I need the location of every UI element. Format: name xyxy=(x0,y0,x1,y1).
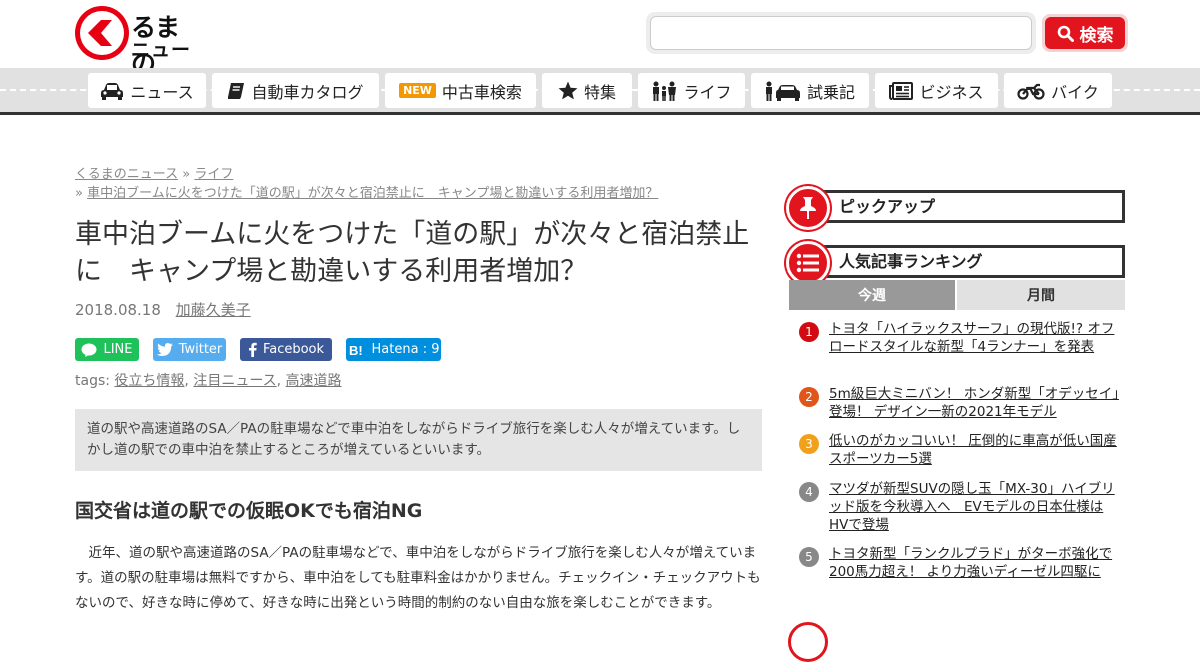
tag-link[interactable]: 注目ニュース xyxy=(193,373,276,389)
rank-number-badge: 3 xyxy=(799,434,819,454)
rank-number-badge: 1 xyxy=(799,322,819,342)
people-car-icon xyxy=(765,81,800,101)
share-line-button[interactable]: LINE xyxy=(75,338,139,361)
nav-bottom-border xyxy=(0,112,1200,115)
search-input[interactable] xyxy=(650,16,1032,50)
book-icon xyxy=(228,82,245,99)
rank-number-badge: 5 xyxy=(799,547,819,567)
article-meta: 2018.08.18 加藤久美子 xyxy=(75,299,251,320)
nav-item-label: 中古車検索 xyxy=(441,82,522,102)
nav-item-label: ニュース xyxy=(130,82,194,102)
share-hatena-button[interactable]: B! Hatena : 9 xyxy=(346,338,441,361)
site-logo[interactable]: るまの ニュース xyxy=(75,6,200,88)
search-button-inner: 検索 xyxy=(1045,17,1125,49)
share-facebook-button[interactable]: Facebook xyxy=(240,338,332,361)
list-icon xyxy=(786,241,830,285)
nav-item-life[interactable]: ライフ xyxy=(638,73,745,108)
share-twitter-button[interactable]: Twitter xyxy=(153,338,226,361)
article-tags: tags: 役立ち情報, 注目ニュース, 高速道路 xyxy=(75,373,342,389)
ranking-heading: 人気記事ランキング xyxy=(786,241,1126,285)
star-icon xyxy=(558,81,578,100)
nav-item-label: ライフ xyxy=(683,82,732,102)
rank-number-badge: 4 xyxy=(799,482,819,502)
nav-item-test-drive[interactable]: 試乗記 xyxy=(751,73,869,108)
logo-k-mark-icon xyxy=(88,20,112,46)
search-button-label: 検索 xyxy=(1079,25,1114,46)
share-hatena-label: Hatena : 9 xyxy=(371,342,440,357)
share-twitter-label: Twitter xyxy=(178,342,223,357)
article-author-link[interactable]: 加藤久美子 xyxy=(176,301,251,319)
hatena-icon: B! xyxy=(349,343,363,357)
article-date: 2018.08.18 xyxy=(75,301,161,319)
svg-text:B!: B! xyxy=(349,343,363,357)
car-icon xyxy=(101,82,124,100)
nav-item-business[interactable]: ビジネス xyxy=(875,73,998,108)
pickup-title: ピックアップ xyxy=(806,190,1125,223)
global-nav: ニュース 自動車カタログ NEW 中古車検索 特集 ライフ 試乗記 ビジネス バ… xyxy=(0,68,1200,112)
family-icon xyxy=(653,81,677,101)
nav-item-label: 自動車カタログ xyxy=(251,82,364,102)
motorcycle-icon xyxy=(1017,83,1045,100)
line-icon xyxy=(81,343,97,357)
ranking-item[interactable]: 1 トヨタ「ハイラックスサーフ」の現代版!? オフロードスタイルな新型「4ランナ… xyxy=(799,320,1129,374)
article-subheading: 国交省は道の駅での仮眠OKでも宿泊NG xyxy=(75,500,423,522)
tab-weekly[interactable]: 今週 xyxy=(789,280,955,310)
nav-item-label: 特集 xyxy=(583,82,616,102)
tag-link[interactable]: 役立ち情報 xyxy=(114,373,184,389)
search-button[interactable]: 検索 xyxy=(1042,14,1128,52)
breadcrumb-line2: » 車中泊ブームに火をつけた「道の駅」が次々と宿泊禁止に キャンプ場と勘違いする… xyxy=(75,184,765,203)
ranking-item[interactable]: 4 マツダが新型SUVの隠し玉「MX-30」ハイブリッド版を今秋導入へ EVモデ… xyxy=(799,480,1129,534)
ranking-link[interactable]: マツダが新型SUVの隠し玉「MX-30」ハイブリッド版を今秋導入へ EVモデルの… xyxy=(829,480,1119,534)
site-header: るまの ニュース 検索 xyxy=(0,0,1200,88)
tab-monthly[interactable]: 月間 xyxy=(957,280,1125,310)
pickup-heading: ピックアップ xyxy=(786,186,1126,230)
tags-label: tags: xyxy=(75,373,110,389)
breadcrumb-category-link[interactable]: ライフ xyxy=(194,167,233,182)
ranking-link[interactable]: トヨタ新型「ランクルプラド」がターボ強化で200馬力超え！ より力強いディーゼル… xyxy=(829,545,1119,581)
nav-item-used-car-search[interactable]: NEW 中古車検索 xyxy=(385,73,536,108)
share-line-label: LINE xyxy=(103,342,133,357)
nav-item-feature[interactable]: 特集 xyxy=(542,73,632,108)
new-badge: NEW xyxy=(399,83,436,98)
pin-icon xyxy=(786,186,830,230)
newspaper-icon xyxy=(889,81,914,100)
article-title: 車中泊ブームに火をつけた「道の駅」が次々と宿泊禁止に キャンプ場と勘違いする利用… xyxy=(75,219,750,287)
breadcrumb-separator: » xyxy=(75,186,83,201)
ranking-tabs: 今週 月間 xyxy=(789,280,1125,310)
nav-item-label: 試乗記 xyxy=(806,82,855,102)
share-facebook-label: Facebook xyxy=(262,342,325,357)
rank-number-badge: 2 xyxy=(799,387,819,407)
breadcrumb: くるまのニュース » ライフ » 車中泊ブームに火をつけた「道の駅」が次々と宿泊… xyxy=(75,165,765,203)
search-box xyxy=(646,12,1036,54)
nav-item-catalog[interactable]: 自動車カタログ xyxy=(212,73,379,108)
facebook-icon xyxy=(248,342,257,357)
ranking-item[interactable]: 3 低いのがカッコいい！ 圧倒的に車高が低い国産スポーツカー5選 xyxy=(799,432,1129,470)
ranking-link[interactable]: 5m級巨大ミニバン！ ホンダ新型「オデッセイ」登場！ デザイン一新の2021年モ… xyxy=(829,385,1119,421)
breadcrumb-separator: » xyxy=(182,167,191,182)
nav-item-label: バイク xyxy=(1051,82,1099,102)
ranking-link[interactable]: 低いのがカッコいい！ 圧倒的に車高が低い国産スポーツカー5選 xyxy=(829,432,1119,468)
nav-item-label: ビジネス xyxy=(919,82,984,102)
ranking-title: 人気記事ランキング xyxy=(806,245,1125,278)
ranking-item[interactable]: 5 トヨタ新型「ランクルプラド」がターボ強化で200馬力超え！ より力強いディー… xyxy=(799,545,1129,599)
ranking-item[interactable]: 2 5m級巨大ミニバン！ ホンダ新型「オデッセイ」登場！ デザイン一新の2021… xyxy=(799,385,1129,423)
nav-item-news[interactable]: ニュース xyxy=(88,73,206,108)
twitter-icon xyxy=(156,343,173,356)
search-icon xyxy=(1057,25,1074,42)
breadcrumb-current-link[interactable]: 車中泊ブームに火をつけた「道の駅」が次々と宿泊禁止に キャンプ場と勘違いする利用… xyxy=(87,186,658,201)
article-lead: 道の駅や高速道路のSA／PAの駐車場などで車中泊をしながらドライブ旅行を楽しむ人… xyxy=(75,409,762,471)
next-section-icon xyxy=(788,622,828,662)
nav-item-motorcycle[interactable]: バイク xyxy=(1004,73,1112,108)
breadcrumb-home-link[interactable]: くるまのニュース xyxy=(75,167,178,182)
ranking-link[interactable]: トヨタ「ハイラックスサーフ」の現代版!? オフロードスタイルな新型「4ランナー」… xyxy=(829,320,1119,356)
breadcrumb-line1: くるまのニュース » ライフ xyxy=(75,165,765,184)
tag-link[interactable]: 高速道路 xyxy=(286,373,342,389)
article-body: 近年、道の駅や高速道路のSA／PAの駐車場などで、車中泊をしながらドライブ旅行を… xyxy=(75,545,761,611)
